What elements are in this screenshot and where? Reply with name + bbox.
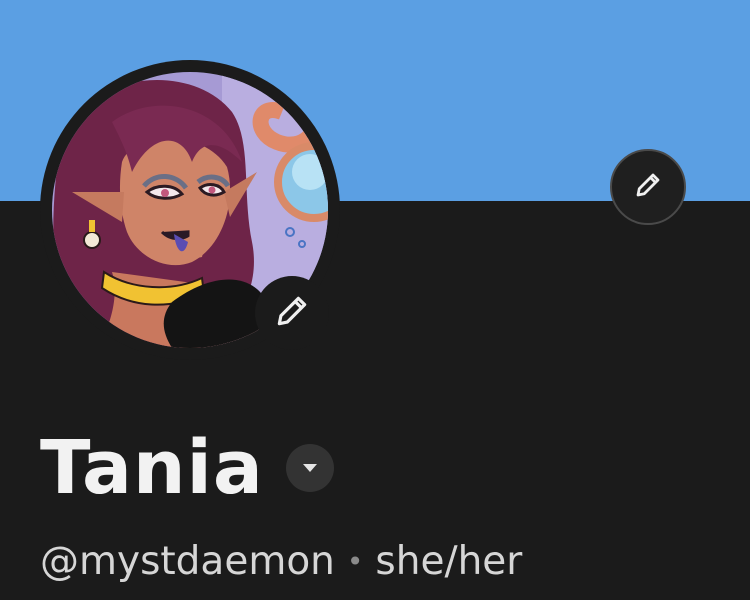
- display-name: Tania: [40, 425, 264, 511]
- account-switcher-button[interactable]: [285, 444, 334, 492]
- username-handle: @mystdaemon: [40, 539, 335, 584]
- pronouns: she/her: [375, 539, 523, 584]
- pencil-icon: [633, 170, 663, 204]
- edit-banner-button[interactable]: [610, 149, 686, 225]
- name-row: Tania: [40, 428, 334, 508]
- handle-row: @mystdaemon • she/her: [40, 542, 522, 581]
- separator-dot: •: [346, 544, 364, 578]
- pencil-icon: [273, 292, 311, 334]
- chevron-down-icon: [300, 459, 320, 478]
- edit-avatar-button[interactable]: [255, 276, 329, 350]
